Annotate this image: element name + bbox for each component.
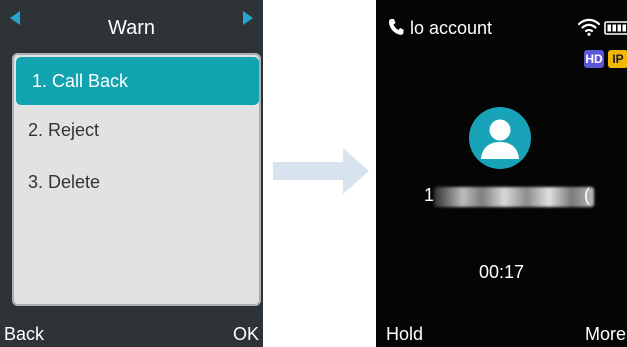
account-status: lo account: [410, 18, 493, 38]
softkey-bar: Back OK: [0, 317, 263, 347]
hd-badge: HD: [584, 50, 604, 68]
menu-item-call-back[interactable]: 1. Call Back: [16, 57, 259, 105]
softkey-bar: Hold More: [376, 317, 627, 347]
arrow-right-icon: [273, 148, 369, 194]
menu-item-reject[interactable]: 2. Reject: [12, 106, 261, 154]
caller-number-prefix: 1: [424, 185, 435, 205]
back-softkey[interactable]: Back: [4, 324, 44, 345]
ok-softkey[interactable]: OK: [233, 324, 259, 345]
menu-panel: 1. Call Back 2. Reject 3. Delete: [12, 53, 261, 306]
hold-softkey[interactable]: Hold: [386, 324, 423, 345]
status-bar: lo account: [376, 0, 627, 40]
warn-screen: Warn 1. Call Back 2. Reject 3. Delete Ba…: [0, 0, 263, 347]
menu-item-delete[interactable]: 3. Delete: [12, 158, 261, 206]
nav-right-icon[interactable]: [243, 11, 253, 25]
phone-handset-icon: [388, 19, 404, 35]
call-screen: lo account HD IP 1 ( 00:17 Hold More: [376, 0, 627, 347]
caller-number-suffix: (: [584, 185, 590, 205]
screen-title: Warn: [107, 16, 156, 39]
wifi-icon: [578, 18, 600, 36]
ip-badge: IP: [608, 50, 627, 68]
battery-icon: [604, 21, 627, 35]
caller-number-redaction: [434, 187, 594, 207]
more-softkey[interactable]: More: [585, 324, 626, 345]
person-avatar-icon: [469, 107, 531, 169]
call-timer: 00:17: [478, 262, 525, 282]
